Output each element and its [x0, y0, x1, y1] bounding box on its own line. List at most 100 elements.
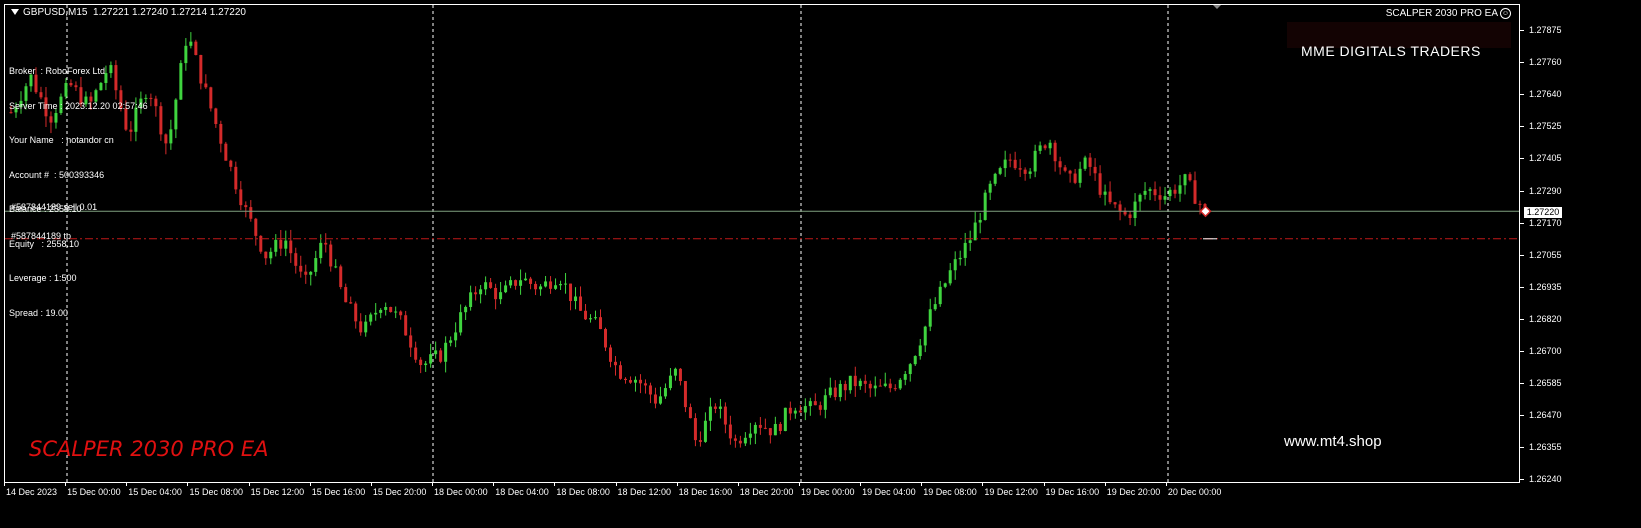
- candle-body: [618, 365, 622, 379]
- price-chart[interactable]: [5, 5, 1520, 483]
- candle-body: [998, 168, 1002, 174]
- take-profit-label[interactable]: #587844189 tp: [11, 231, 71, 241]
- candle-body: [973, 222, 977, 241]
- candle-body: [529, 278, 533, 284]
- price-tick: [1520, 126, 1524, 128]
- candle-body: [499, 292, 503, 300]
- candle-body: [449, 340, 453, 343]
- time-tick: [798, 483, 800, 486]
- candle-body: [868, 383, 872, 389]
- candle-body: [733, 438, 737, 441]
- candle-body: [788, 407, 792, 414]
- time-tick: [493, 483, 495, 486]
- candle-body: [883, 383, 887, 386]
- candle-body: [1028, 171, 1032, 174]
- candle-body: [668, 375, 672, 389]
- candle-body: [753, 424, 757, 434]
- candle-body: [224, 143, 228, 161]
- price-tick: [1520, 62, 1524, 64]
- candle-body: [878, 385, 882, 387]
- candle-body: [728, 424, 732, 439]
- candle-body: [713, 406, 717, 409]
- candle-body: [1053, 142, 1057, 162]
- price-tick-label: 1.26585: [1529, 378, 1562, 389]
- account-info-line: Your Name : notandor cn: [9, 135, 114, 145]
- candle-body: [848, 375, 852, 391]
- candle-body: [738, 440, 742, 444]
- price-tick-label: 1.26820: [1529, 313, 1562, 324]
- time-tick: [432, 483, 434, 486]
- candle-body: [404, 315, 408, 336]
- candle-body: [1078, 168, 1082, 183]
- time-tick-label: 19 Dec 20:00: [1106, 487, 1161, 497]
- expert-advisor-label[interactable]: SCALPER 2030 PRO EA ☺: [1386, 8, 1511, 19]
- time-tick: [1165, 483, 1167, 486]
- candle-body: [584, 310, 588, 320]
- candle-body: [179, 63, 183, 100]
- ea-name-text: SCALPER 2030 PRO EA: [1385, 8, 1498, 20]
- price-tick: [1520, 158, 1524, 160]
- price-tick: [1520, 318, 1524, 320]
- price-tick-label: 1.26700: [1529, 346, 1562, 356]
- candle-body: [693, 418, 697, 441]
- time-tick: [860, 483, 862, 486]
- candle-body: [314, 258, 318, 272]
- candle-body: [993, 173, 997, 184]
- candle-body: [189, 41, 193, 46]
- time-tick-label: 18 Dec 20:00: [739, 487, 794, 497]
- candle-body: [349, 302, 353, 304]
- candle-body: [459, 312, 463, 333]
- candle-body: [174, 99, 178, 130]
- candle-body: [569, 283, 573, 302]
- candle-body: [234, 166, 238, 190]
- candle-body: [549, 281, 553, 289]
- candle-body: [1073, 173, 1077, 183]
- account-info-line: Broker : RoboForex Ltd: [9, 66, 106, 76]
- candle-body: [718, 406, 722, 409]
- chart-window[interactable]: GBPUSD,M15 1.27221 1.27240 1.27214 1.272…: [4, 4, 1520, 483]
- candle-body: [1118, 204, 1122, 211]
- candle-body: [898, 379, 902, 389]
- price-tick-label: 1.27405: [1529, 153, 1562, 164]
- candle-body: [244, 205, 248, 208]
- candle-body: [389, 306, 393, 312]
- candle-body: [928, 309, 932, 327]
- candle-body: [758, 424, 762, 428]
- time-tick: [921, 483, 923, 486]
- price-tick-label: 1.27290: [1529, 185, 1562, 196]
- candle-body: [274, 239, 278, 252]
- candle-body: [683, 381, 687, 408]
- candle-body: [264, 251, 268, 259]
- candle-body: [943, 283, 947, 287]
- candle-body: [708, 406, 712, 421]
- dropdown-triangle-icon[interactable]: [11, 9, 19, 16]
- candle-body: [1093, 166, 1097, 174]
- price-tick-label: 1.26355: [1529, 442, 1562, 453]
- candle-body: [1003, 159, 1007, 169]
- candle-body: [748, 433, 752, 438]
- candle-body: [579, 296, 583, 311]
- candle-body: [384, 306, 388, 310]
- candle-body: [604, 329, 608, 348]
- time-tick-label: 14 Dec 2023: [6, 487, 58, 497]
- time-tick-label: 18 Dec 00:00: [434, 487, 488, 497]
- candle-body: [888, 383, 892, 389]
- candle-body: [958, 257, 962, 260]
- candle-body: [489, 282, 493, 288]
- brand-label: MME DIGITALS TRADERS: [1301, 43, 1481, 59]
- time-tick: [676, 483, 678, 486]
- candle-body: [768, 428, 772, 436]
- sell-order-label[interactable]: #587844189 sell 0.01: [11, 202, 97, 212]
- candle-body: [194, 41, 198, 55]
- time-tick-label: 19 Dec 08:00: [923, 487, 977, 497]
- price-tick-label: 1.26935: [1529, 281, 1562, 292]
- candle-body: [304, 271, 308, 275]
- candle-body: [519, 280, 523, 286]
- price-tick: [1520, 30, 1524, 31]
- candle-body: [763, 427, 767, 429]
- candle-body: [608, 347, 612, 362]
- time-tick-label: 18 Dec 04:00: [495, 487, 549, 497]
- candle-body: [1008, 159, 1012, 161]
- candle-body: [1038, 145, 1042, 151]
- candle-body: [1148, 189, 1152, 191]
